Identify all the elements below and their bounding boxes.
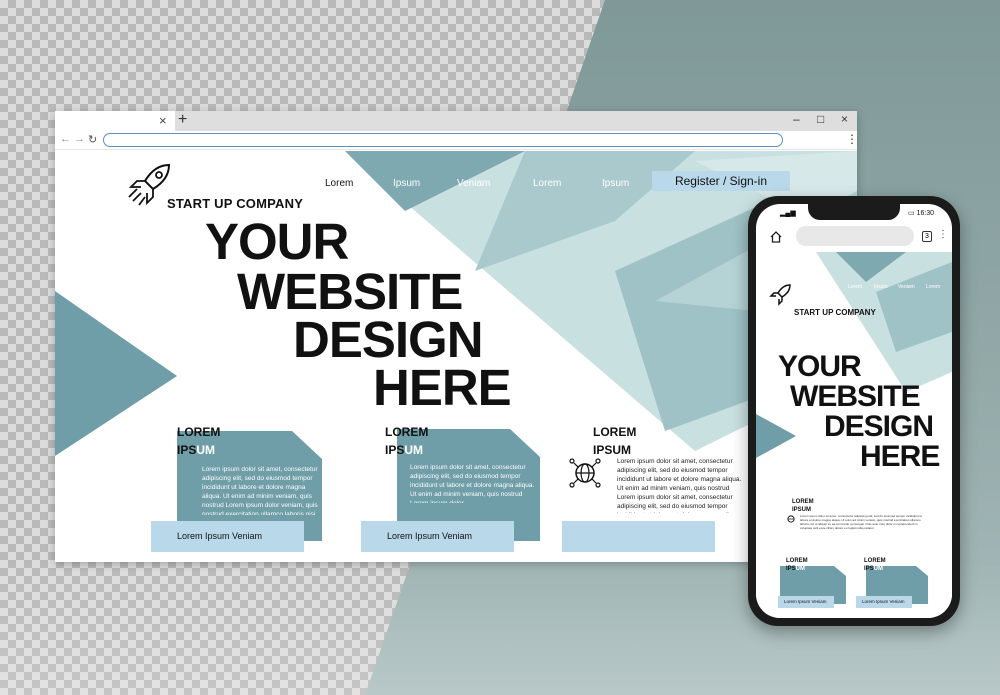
- tab-close-icon[interactable]: ×: [159, 113, 167, 128]
- mobile-company-name: START UP COMPANY: [794, 308, 876, 317]
- feature-2-text: Lorem ipsum dolor sit amet, consectetur …: [410, 464, 535, 503]
- phone-screen: ▂▄▆ ▭ 16:30 3 ⋮ Lorem Ipsum Veniam Lorem…: [756, 204, 952, 618]
- nav-link-ipsum-2[interactable]: Ipsum: [602, 178, 629, 189]
- forward-icon[interactable]: →: [74, 133, 85, 145]
- feature-3-title: LOREM IPSUM: [593, 425, 637, 457]
- address-bar: ← → ↻ ⋮: [55, 131, 857, 150]
- feature-2-button[interactable]: Lorem Ipsum Veniam: [361, 521, 514, 552]
- mobile-hero-line-2: WEBSITE: [790, 380, 921, 413]
- mobile-nav-veniam[interactable]: Veniam: [898, 284, 915, 290]
- url-input[interactable]: [103, 133, 783, 147]
- feature-1-button[interactable]: Lorem Ipsum Veniam: [151, 521, 304, 552]
- feature-1-text: Lorem ipsum dolor sit amet, consectetur …: [202, 466, 318, 515]
- feature-3-button[interactable]: [562, 521, 715, 552]
- nav-link-ipsum[interactable]: Ipsum: [393, 178, 420, 189]
- mobile-menu-icon[interactable]: ⋮: [938, 229, 948, 240]
- mobile-card-1-button[interactable]: Lorem Ipsum Veniam: [778, 596, 834, 608]
- website-viewport: START UP COMPANY Lorem Ipsum Veniam Lore…: [55, 151, 857, 562]
- mobile-hero-line-3: DESIGN: [824, 410, 934, 443]
- tab-count-icon[interactable]: 3: [922, 231, 932, 242]
- reload-icon[interactable]: ↻: [88, 133, 97, 146]
- back-icon[interactable]: ←: [60, 133, 71, 145]
- mobile-hero-line-1: YOUR: [778, 350, 862, 383]
- feature-1-title: LOREM IPSUM: [177, 425, 221, 457]
- globe-network-icon: [569, 458, 601, 488]
- minimize-icon[interactable]: –: [793, 112, 800, 126]
- mobile-section-title: LOREM IPSUM: [792, 499, 814, 513]
- mobile-hero-line-4: HERE: [860, 440, 940, 473]
- mobile-url-input[interactable]: [796, 226, 914, 246]
- mobile-card-2-title: LOREM IPSUM: [864, 558, 886, 572]
- window-close-icon[interactable]: ×: [841, 112, 848, 126]
- new-tab-icon[interactable]: +: [178, 111, 187, 129]
- status-time: 16:30: [916, 210, 935, 217]
- maximize-icon[interactable]: □: [817, 112, 824, 126]
- nav-link-lorem[interactable]: Lorem: [325, 178, 353, 189]
- hero-line-1: YOUR: [205, 213, 349, 270]
- company-name: START UP COMPANY: [167, 196, 304, 211]
- phone-notch: [808, 204, 900, 220]
- mobile-section-text: Lorem ipsum dolor sit amet, consectetur …: [800, 514, 923, 530]
- nav-link-veniam[interactable]: Veniam: [457, 178, 490, 189]
- hero-line-2: WEBSITE: [237, 263, 463, 320]
- browser-tab[interactable]: ×: [55, 111, 175, 131]
- home-icon[interactable]: [770, 231, 782, 243]
- battery-time: ▭ 16:30: [908, 210, 935, 217]
- register-signin-button[interactable]: Register / Sign-in: [652, 171, 790, 191]
- signal-icon: ▂▄▆: [780, 210, 796, 217]
- mobile-website-viewport: Lorem Ipsum Veniam Lorem START UP COMPAN…: [756, 252, 952, 618]
- browser-window: × + – □ × ← → ↻ ⋮ START UP COMPANY Lorem…: [55, 111, 857, 562]
- hero-line-3: DESIGN: [293, 311, 484, 368]
- smartphone-frame: ▂▄▆ ▭ 16:30 3 ⋮ Lorem Ipsum Veniam Lorem…: [748, 196, 960, 626]
- mobile-nav-lorem-2[interactable]: Lorem: [926, 284, 940, 290]
- mobile-rocket-icon: [769, 284, 791, 306]
- mobile-card-2-button[interactable]: Lorem Ipsum Veniam: [856, 596, 912, 608]
- mobile-card-1-title: LOREM IPSUM: [786, 558, 808, 572]
- mobile-globe-icon: [787, 515, 795, 523]
- hero-line-4: HERE: [373, 359, 512, 416]
- feature-3-text: Lorem ipsum dolor sit amet, consectetur …: [617, 458, 742, 513]
- mobile-nav-ipsum[interactable]: Ipsum: [874, 284, 888, 290]
- tab-bar: × + – □ ×: [55, 111, 857, 131]
- mobile-nav-lorem[interactable]: Lorem: [848, 284, 862, 290]
- browser-menu-icon[interactable]: ⋮: [846, 132, 857, 146]
- nav-link-lorem-2[interactable]: Lorem: [533, 178, 561, 189]
- feature-2-title: LOREM IPSUM: [385, 425, 429, 457]
